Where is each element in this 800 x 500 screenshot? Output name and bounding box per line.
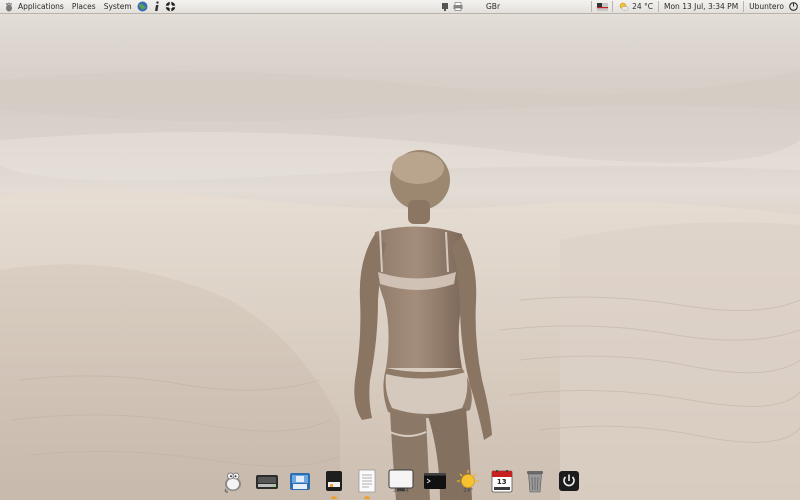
weather-dock-temp: 24°	[463, 488, 474, 494]
dock-item-text-editor[interactable]	[354, 466, 380, 499]
user-menu[interactable]: Ubuntero	[747, 0, 786, 13]
terminal-icon	[423, 473, 446, 489]
desert-scene	[0, 70, 800, 500]
menu-applications[interactable]: Applications	[14, 0, 68, 13]
dock: 39:34 24° 13	[220, 460, 582, 499]
dock-item-calendar[interactable]: 13	[489, 466, 515, 496]
flag-icon[interactable]	[596, 2, 608, 12]
calendar-day: 13	[496, 478, 507, 486]
weather-sun-icon[interactable]	[617, 2, 629, 12]
gimp-icon	[224, 472, 241, 493]
panel-separator	[612, 1, 614, 12]
panel-separator	[658, 1, 659, 12]
shutdown-icon[interactable]	[787, 2, 799, 12]
panel-separator	[743, 1, 745, 12]
file-manager-icon	[290, 473, 311, 490]
dock-item-gimp[interactable]	[220, 466, 246, 496]
running-indicator	[364, 496, 371, 499]
dark-file-icon	[325, 471, 342, 491]
keyboard-layout-indicator[interactable]: GBr	[486, 0, 500, 13]
dock-item-dark-file[interactable]	[321, 466, 347, 499]
dock-item-display[interactable]: 39:34	[388, 466, 414, 496]
dock-item-trash[interactable]	[522, 466, 548, 496]
dock-item-scanner[interactable]	[254, 466, 280, 496]
help-lifebuoy-icon[interactable]	[165, 1, 177, 13]
power-icon	[558, 471, 579, 491]
clock[interactable]: Mon 13 Jul, 3:34 PM	[662, 0, 740, 13]
desktop-wallpaper	[0, 0, 800, 500]
display-timer-label: 39:34	[393, 488, 409, 494]
menu-places[interactable]: Places	[68, 0, 100, 13]
printer-icon[interactable]	[453, 2, 463, 12]
panel-separator	[591, 1, 593, 12]
dock-item-power[interactable]	[556, 466, 582, 496]
running-indicator	[330, 496, 337, 499]
panel-right: 24 °C Mon 13 Jul, 3:34 PM Ubuntero	[588, 0, 800, 13]
info-icon[interactable]	[151, 1, 163, 13]
top-panel: Applications Places System GBr 24 °C Mon…	[0, 0, 800, 14]
weather-temperature[interactable]: 24 °C	[630, 0, 655, 13]
dock-item-terminal[interactable]	[422, 466, 448, 496]
text-editor-icon	[358, 469, 376, 493]
dock-item-file-manager[interactable]	[287, 466, 313, 496]
menu-system[interactable]: System	[100, 0, 136, 13]
panel-center: GBr	[440, 0, 500, 13]
trash-icon	[527, 471, 544, 493]
web-browser-icon[interactable]	[137, 1, 149, 13]
gnome-foot-icon[interactable]	[3, 1, 14, 12]
dock-item-weather[interactable]: 24°	[455, 466, 481, 496]
panel-left: Applications Places System	[0, 0, 178, 13]
scanner-icon	[255, 475, 278, 489]
network-icon[interactable]	[440, 2, 450, 12]
